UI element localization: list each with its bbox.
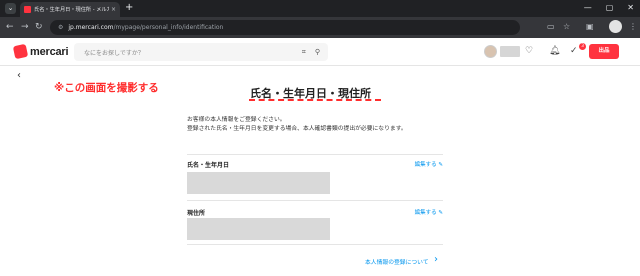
search-bar[interactable]: なにをお探しですか？ ⌗ ⚲	[74, 43, 328, 61]
minimize-icon[interactable]: —	[584, 2, 592, 14]
divider	[187, 244, 443, 245]
camera-scan-icon[interactable]: ⌗	[302, 48, 306, 57]
mercari-logo[interactable]: mercari	[12, 43, 69, 60]
edit-link-label: 編集する	[414, 210, 437, 216]
search-icon[interactable]: ⚲	[315, 48, 320, 57]
browser-toolbar: ← → ↻ ⚙ jp.mercari.com/mypage/personal_i…	[0, 17, 640, 38]
pencil-icon: ✎	[438, 162, 443, 168]
mercari-logo-icon	[12, 43, 29, 60]
section-label-address: 現住所	[187, 210, 206, 217]
heart-icon[interactable]: ♡	[525, 46, 533, 57]
browser-menu-icon[interactable]: ⋮	[629, 21, 637, 33]
divider	[187, 154, 443, 155]
browser-tab[interactable]: 氏名・生年月日・現住所 - メルカリ ×	[20, 2, 120, 17]
address-section: 現住所 編集する ✎	[187, 208, 443, 244]
mercari-favicon-icon	[24, 6, 31, 13]
edit-link-label: 編集する	[414, 162, 437, 168]
name-birthdate-section: 氏名・生年月日 編集する ✎	[187, 160, 443, 200]
search-input[interactable]: なにをお探しですか？	[84, 48, 302, 57]
redacted-address-value	[187, 218, 330, 240]
logo-text: mercari	[30, 45, 69, 58]
tab-search-icon[interactable]: ⌄	[5, 3, 16, 14]
redacted-name-value	[187, 172, 330, 194]
tab-close-icon[interactable]: ×	[111, 6, 116, 13]
chevron-left-icon[interactable]: ‹	[17, 70, 21, 82]
user-menu[interactable]	[484, 45, 520, 58]
search-actions: ⌗ ⚲	[302, 48, 320, 57]
pencil-icon: ✎	[438, 210, 443, 216]
section-label-name: 氏名・生年月日	[187, 162, 230, 169]
reload-icon[interactable]: ↻	[35, 21, 43, 33]
bell-icon[interactable]: 🔔︎	[549, 46, 560, 57]
sell-button[interactable]: 出品	[589, 44, 619, 59]
photo-instruction-annotation: ※この画面を撮影する	[54, 82, 159, 94]
tab-title: 氏名・生年月日・現住所 - メルカリ	[34, 7, 109, 13]
intro-line-2: 登録された氏名・生年月日を変更する場合、本人確認書類の提出が必要になります。	[187, 125, 407, 132]
window-controls: — ▢ ✕	[584, 2, 634, 14]
intro-text: お客様の本人情報をご登録ください。 登録された氏名・生年月日を変更する場合、本人…	[187, 116, 447, 133]
site-header: mercari なにをお探しですか？ ⌗ ⚲ ♡ 🔔︎ ✓ 3 出品	[0, 38, 640, 66]
close-window-icon[interactable]: ✕	[627, 2, 634, 14]
todo-check-icon[interactable]: ✓	[570, 46, 578, 57]
address-bar[interactable]: ⚙ jp.mercari.com/mypage/personal_info/id…	[50, 20, 520, 35]
new-tab-button[interactable]: +	[125, 2, 133, 14]
chevron-right-icon[interactable]: ›	[434, 254, 438, 266]
url-domain: jp.mercari.com	[68, 24, 114, 31]
bookmark-star-icon[interactable]: ☆	[563, 21, 570, 33]
intro-line-1: お客様の本人情報をご登録ください。	[187, 117, 286, 123]
maximize-icon[interactable]: ▢	[606, 2, 614, 14]
divider	[187, 200, 443, 201]
profile-avatar[interactable]	[609, 20, 622, 33]
site-info-icon[interactable]: ⚙	[58, 24, 63, 31]
cast-icon[interactable]: ▭	[547, 21, 555, 33]
notification-badge: 3	[579, 43, 586, 50]
username-redacted	[500, 46, 520, 57]
browser-tab-strip: ⌄ 氏名・生年月日・現住所 - メルカリ × + — ▢ ✕	[0, 0, 640, 17]
edit-address-link[interactable]: 編集する ✎	[415, 208, 443, 216]
edit-name-link[interactable]: 編集する ✎	[415, 160, 443, 168]
back-arrow-icon[interactable]: ←	[6, 21, 14, 33]
url-text: jp.mercari.com/mypage/personal_info/iden…	[68, 24, 223, 31]
extensions-icon[interactable]: ▣	[586, 21, 594, 33]
avatar	[484, 45, 497, 58]
url-path: /mypage/personal_info/identification	[113, 24, 224, 31]
forward-arrow-icon[interactable]: →	[21, 21, 29, 33]
identity-info-help-link[interactable]: 本人情報の登録について	[365, 257, 429, 266]
dashed-underline	[249, 99, 381, 101]
